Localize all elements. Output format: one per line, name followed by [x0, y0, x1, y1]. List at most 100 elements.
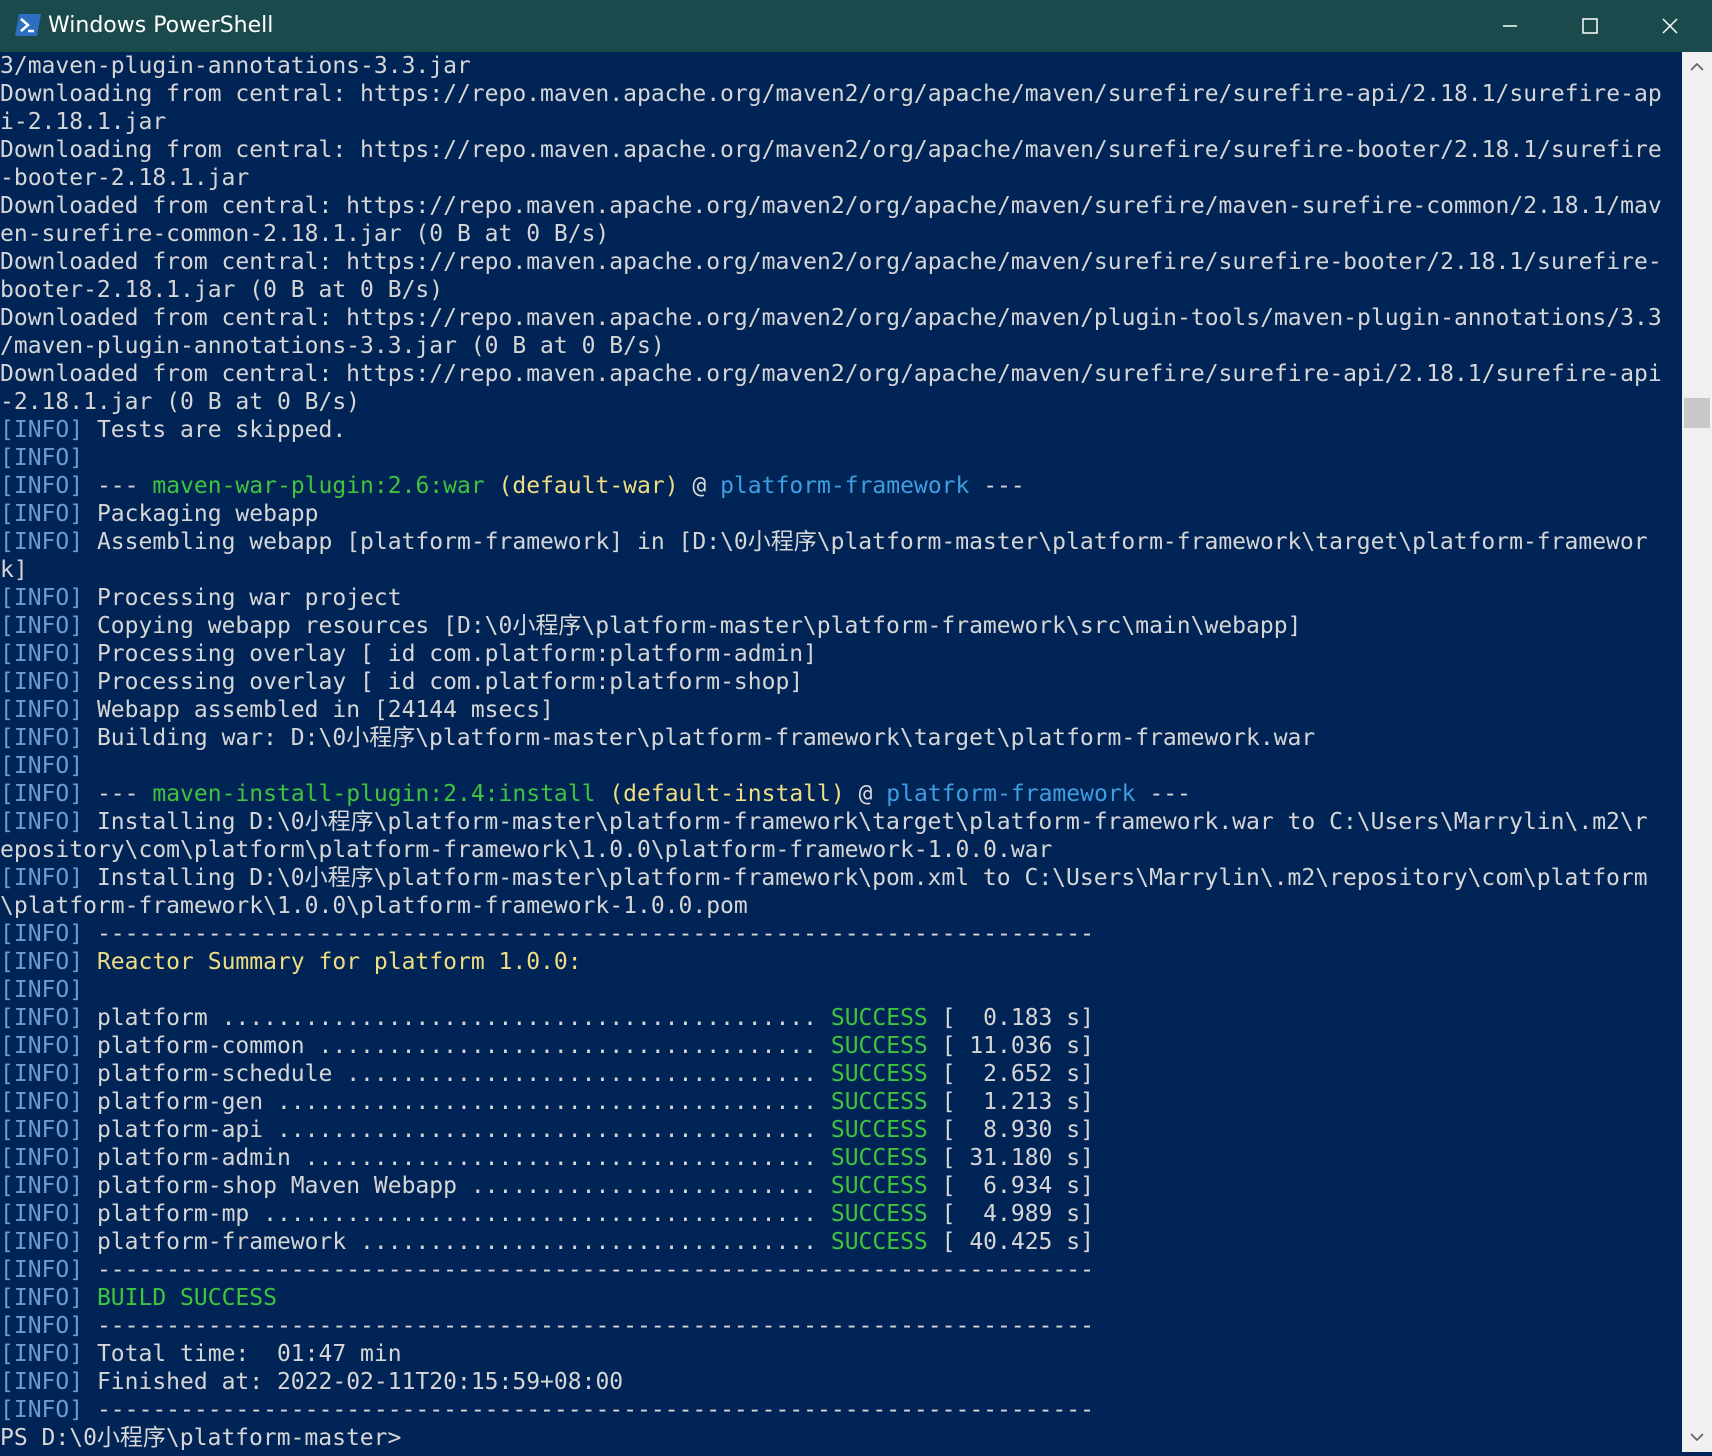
plugin-goal: maven-install-plugin:2.4:install: [152, 781, 596, 807]
console-line: [INFO] Webapp assembled in [24144 msecs]: [0, 696, 1682, 724]
console-text: Processing overlay [ id com.platform:pla…: [83, 669, 804, 695]
success-status: SUCCESS: [830, 1229, 928, 1255]
window-title: Windows PowerShell: [48, 13, 274, 38]
execution-id: (default-install): [609, 781, 845, 807]
console-text: en-surefire-common-2.18.1.jar (0 B at 0 …: [0, 221, 610, 247]
console-text: platform-framework .....................…: [83, 1229, 831, 1255]
console-text: ----------------------------------------…: [83, 1313, 1094, 1339]
console-line: PS D:\0小程序\platform-master>: [0, 1424, 1682, 1452]
console-line: Downloaded from central: https://repo.ma…: [0, 192, 1682, 220]
powershell-icon: [14, 12, 42, 38]
console-text: Finished at: 2022-02-11T20:15:59+08:00: [83, 1369, 624, 1395]
info-tag: [INFO]: [0, 1145, 84, 1171]
scroll-down-button[interactable]: [1682, 1422, 1712, 1452]
project-name: platform-framework: [720, 473, 970, 499]
maximize-button[interactable]: [1550, 0, 1630, 52]
info-tag: [INFO]: [0, 1229, 84, 1255]
console-line: [INFO] Processing overlay [ id com.platf…: [0, 640, 1682, 668]
success-status: SUCCESS: [830, 1117, 928, 1143]
console-text: Packaging webapp: [83, 501, 319, 527]
console-line: i-2.18.1.jar: [0, 108, 1682, 136]
console-text: -booter-2.18.1.jar: [0, 165, 250, 191]
console-text: Processing overlay [ id com.platform:pla…: [83, 641, 817, 667]
info-tag: [INFO]: [0, 641, 84, 667]
console-line: [INFO] --- maven-war-plugin:2.6:war (def…: [0, 472, 1682, 500]
chevron-up-icon: [1690, 62, 1704, 71]
console-line: [INFO] platform ........................…: [0, 1004, 1682, 1032]
console-text: [ 40.425 s]: [927, 1229, 1094, 1255]
console-line: [INFO] ---------------------------------…: [0, 1256, 1682, 1284]
console-line: [INFO] Building war: D:\0小程序\platform-ma…: [0, 724, 1682, 752]
console-text: ---: [83, 781, 153, 807]
console-line: [INFO] Reactor Summary for platform 1.0.…: [0, 948, 1682, 976]
console-line: [INFO] platform-common .................…: [0, 1032, 1682, 1060]
console-line: [INFO] Tests are skipped.: [0, 416, 1682, 444]
info-tag: [INFO]: [0, 753, 84, 779]
success-status: SUCCESS: [830, 1089, 928, 1115]
console-text: platform-schedule ......................…: [83, 1061, 831, 1087]
console-text: platform-gen ...........................…: [83, 1089, 831, 1115]
console-line: -booter-2.18.1.jar: [0, 164, 1682, 192]
info-tag: [INFO]: [0, 473, 84, 499]
console-text: Assembling webapp [platform-framework] i…: [83, 529, 1648, 555]
console-text: i-2.18.1.jar: [0, 109, 167, 135]
scroll-up-button[interactable]: [1682, 52, 1712, 82]
console-line: [INFO] Total time: 01:47 min: [0, 1340, 1682, 1368]
console-line: Downloaded from central: https://repo.ma…: [0, 304, 1682, 332]
console-text: booter-2.18.1.jar (0 B at 0 B/s): [0, 277, 444, 303]
console-line: Downloading from central: https://repo.m…: [0, 80, 1682, 108]
console-text: /maven-plugin-annotations-3.3.jar (0 B a…: [0, 333, 665, 359]
console-text: Downloaded from central: https://repo.ma…: [0, 361, 1662, 387]
info-tag: [INFO]: [0, 529, 84, 555]
console-line: en-surefire-common-2.18.1.jar (0 B at 0 …: [0, 220, 1682, 248]
console-text: Installing D:\0小程序\platform-master\platf…: [83, 809, 1648, 835]
console-text: ---: [1135, 781, 1191, 807]
console-text: [ 31.180 s]: [927, 1145, 1094, 1171]
vertical-scrollbar[interactable]: [1682, 52, 1712, 1452]
console-line: [INFO] platform-admin ..................…: [0, 1144, 1682, 1172]
console-text: [ 0.183 s]: [927, 1005, 1094, 1031]
info-tag: [INFO]: [0, 613, 84, 639]
console-text: platform-mp ............................…: [83, 1201, 831, 1227]
console-line: [INFO] Assembling webapp [platform-frame…: [0, 528, 1682, 556]
console-line: [INFO] BUILD SUCCESS: [0, 1284, 1682, 1312]
maximize-icon: [1582, 18, 1598, 34]
console-text: epository\com\platform\platform-framewor…: [0, 837, 1053, 863]
info-tag: [INFO]: [0, 781, 84, 807]
console-output[interactable]: 3/maven-plugin-annotations-3.3.jar Downlo…: [0, 52, 1682, 1452]
console-line: [INFO] ---------------------------------…: [0, 1312, 1682, 1340]
info-tag: [INFO]: [0, 1285, 84, 1311]
console-text: [ 4.989 s]: [927, 1201, 1094, 1227]
console-line: [INFO] ---------------------------------…: [0, 1396, 1682, 1424]
console-line: [INFO] platform-framework ..............…: [0, 1228, 1682, 1256]
info-tag: [INFO]: [0, 725, 84, 751]
execution-id: (default-war): [498, 473, 679, 499]
info-tag: [INFO]: [0, 445, 84, 471]
close-button[interactable]: [1630, 0, 1710, 52]
success-status: SUCCESS: [830, 1033, 928, 1059]
console-text: \platform-framework\1.0.0\platform-frame…: [0, 893, 748, 919]
info-tag: [INFO]: [0, 1369, 84, 1395]
console-text: Building war: D:\0小程序\platform-master\pl…: [83, 725, 1316, 751]
console-text: @: [678, 473, 721, 499]
close-icon: [1662, 18, 1678, 34]
minimize-button[interactable]: [1470, 0, 1550, 52]
console-line: [INFO] Copying webapp resources [D:\0小程序…: [0, 612, 1682, 640]
console-text: Installing D:\0小程序\platform-master\platf…: [83, 865, 1648, 891]
info-tag: [INFO]: [0, 669, 84, 695]
scrollbar-thumb[interactable]: [1684, 398, 1710, 428]
console-text: ----------------------------------------…: [83, 1257, 1094, 1283]
console-line: [INFO] platform-gen ....................…: [0, 1088, 1682, 1116]
info-tag: [INFO]: [0, 977, 84, 1003]
console-text: -2.18.1.jar (0 B at 0 B/s): [0, 389, 361, 415]
console-text: Webapp assembled in [24144 msecs]: [83, 697, 554, 723]
console-text: platform-admin .........................…: [83, 1145, 831, 1171]
console-text: platform-api ...........................…: [83, 1117, 831, 1143]
console-text: Tests are skipped.: [83, 417, 347, 443]
console-text: Downloading from central: https://repo.m…: [0, 81, 1662, 107]
console-line: [INFO] Processing war project: [0, 584, 1682, 612]
success-status: SUCCESS: [830, 1201, 928, 1227]
title-bar[interactable]: Windows PowerShell: [0, 0, 1712, 52]
console-line: -2.18.1.jar (0 B at 0 B/s): [0, 388, 1682, 416]
